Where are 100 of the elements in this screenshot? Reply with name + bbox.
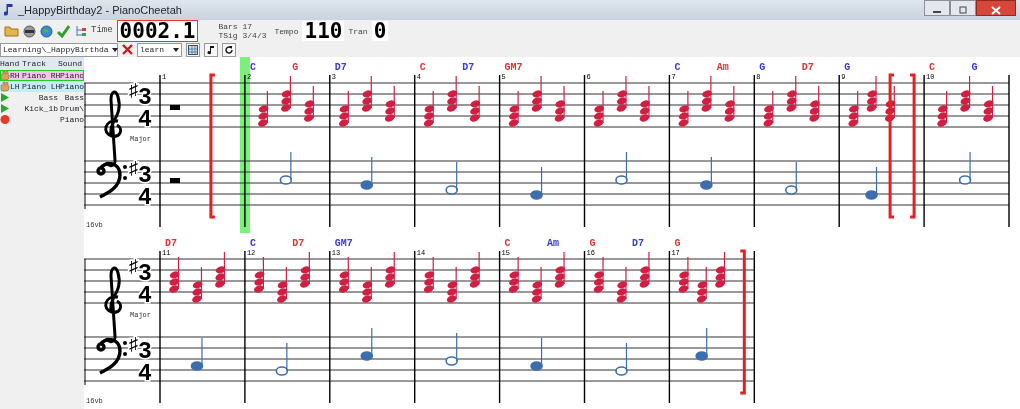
chord-label: Am xyxy=(716,62,729,73)
treble-notes-drawing xyxy=(169,251,226,303)
note-button[interactable] xyxy=(204,42,218,57)
track-name: Kick_1b xyxy=(23,102,58,115)
treble-clef-icon xyxy=(104,266,123,344)
treble-clef-icon xyxy=(104,90,123,168)
bass-notes-drawing xyxy=(695,327,708,361)
chord-label: C xyxy=(249,238,256,249)
caret-icon xyxy=(111,47,118,52)
chord-label: G xyxy=(844,62,851,73)
checkmark-icon[interactable] xyxy=(57,24,70,38)
treble-notes-drawing xyxy=(678,251,726,303)
minimize-button[interactable] xyxy=(924,0,950,16)
loop-start-bracket[interactable] xyxy=(888,73,895,219)
playhead[interactable] xyxy=(239,57,250,233)
column-header: Track xyxy=(22,57,47,70)
chord-label: G xyxy=(759,62,766,73)
hand-label: LH xyxy=(10,80,20,93)
treble-notes-drawing xyxy=(848,75,896,127)
bass-notes-drawing xyxy=(360,327,374,361)
chord-label: G xyxy=(292,62,299,73)
record-icon[interactable] xyxy=(0,114,10,125)
song-dropdown[interactable]: Learning\_HappyBirthda xyxy=(0,42,118,57)
loop-end-bracket[interactable] xyxy=(740,249,746,395)
dots-icon xyxy=(123,341,127,356)
tempo-label: Tempo xyxy=(274,26,299,36)
track-row[interactable]: Bass Bass xyxy=(0,92,84,103)
bass-notes-drawing xyxy=(615,151,628,185)
maximize-icon xyxy=(958,6,968,15)
loop-button[interactable] xyxy=(222,42,236,57)
transpose-label: Tran xyxy=(348,26,368,36)
globe-icon[interactable] xyxy=(40,24,53,38)
play-icon[interactable] xyxy=(0,103,10,114)
treble-notes-drawing xyxy=(593,75,650,127)
column-header: Hand xyxy=(0,57,21,70)
bass-notes-drawing xyxy=(279,151,293,185)
sound-name: Bass xyxy=(63,91,84,104)
chord-label: C xyxy=(419,62,426,73)
caret-icon xyxy=(173,47,179,52)
treble-notes-drawing xyxy=(937,75,994,127)
disc-icon[interactable] xyxy=(23,24,36,38)
music-note-icon xyxy=(4,3,14,17)
track-name: Bass xyxy=(37,91,58,104)
sound-name: Drum\ xyxy=(59,102,84,115)
rest-icon xyxy=(170,105,180,110)
bass-notes-drawing xyxy=(530,166,543,200)
chord-label: D7 xyxy=(334,62,347,73)
bass-notes-drawing xyxy=(530,337,543,371)
treble-notes-drawing xyxy=(593,251,650,303)
chord-label: D7 xyxy=(462,62,475,73)
loop-end-bracket[interactable] xyxy=(910,73,916,219)
column-header: Sound xyxy=(58,57,83,70)
track-row[interactable]: Piano xyxy=(0,114,84,125)
track-row[interactable]: LH Piano LHPiano xyxy=(0,81,84,92)
bass-notes-drawing xyxy=(190,337,204,371)
chord-label: D7 xyxy=(801,62,814,73)
chord-label: G xyxy=(971,62,978,73)
bass-notes-drawing xyxy=(615,342,628,376)
treble-notes-drawing xyxy=(338,251,396,303)
close-icon xyxy=(991,5,1001,15)
chord-label: D7 xyxy=(165,238,177,249)
loop-start-bracket[interactable] xyxy=(209,73,215,219)
chord-label: C xyxy=(929,62,936,73)
bass-notes-drawing xyxy=(784,161,798,195)
bass-notes-drawing xyxy=(275,342,289,376)
mode-dropdown[interactable]: learn xyxy=(137,42,182,57)
chord-label: Am xyxy=(547,238,560,249)
key-signature: ♯ xyxy=(128,335,139,355)
treble-notes-drawing xyxy=(423,75,481,127)
key-signature: ♯ xyxy=(128,81,139,101)
tempo-display: 110 xyxy=(302,21,345,41)
play-icon[interactable] xyxy=(0,92,10,103)
track-row[interactable]: RH Piano RHPiano xyxy=(0,70,84,81)
bass-notes-drawing xyxy=(865,166,878,200)
time-label: Time xyxy=(91,24,113,38)
bass-clef-icon xyxy=(96,161,122,199)
close-button[interactable] xyxy=(976,0,1016,16)
time-display: 0002.1 xyxy=(116,20,199,42)
chord-label: GM7 xyxy=(334,238,353,249)
bass-notes-drawing xyxy=(700,156,713,190)
bass-notes-drawing xyxy=(445,161,458,195)
dots-icon xyxy=(123,165,127,180)
treble-notes-drawing xyxy=(423,251,481,303)
chord-label: C xyxy=(504,238,511,249)
grid-button[interactable] xyxy=(186,42,200,57)
treble-notes-drawing xyxy=(508,251,566,303)
bass-clef-icon xyxy=(96,337,122,375)
chord-label: G xyxy=(589,238,596,249)
treble-notes-drawing xyxy=(678,75,735,127)
bars-count: Bars 17 xyxy=(218,22,254,31)
tree-icon[interactable] xyxy=(74,24,87,38)
treble-notes-drawing xyxy=(338,75,396,127)
sound-name: Piano xyxy=(59,113,84,126)
track-row[interactable]: Kick_1b Drum\ xyxy=(0,103,84,114)
close-icon[interactable] xyxy=(122,44,133,55)
chord-label: G xyxy=(674,238,681,249)
bass-notes-drawing xyxy=(445,332,458,366)
hand-icon[interactable] xyxy=(0,81,10,92)
treble-notes-drawing xyxy=(763,75,820,127)
hand-label: RH xyxy=(10,69,20,82)
